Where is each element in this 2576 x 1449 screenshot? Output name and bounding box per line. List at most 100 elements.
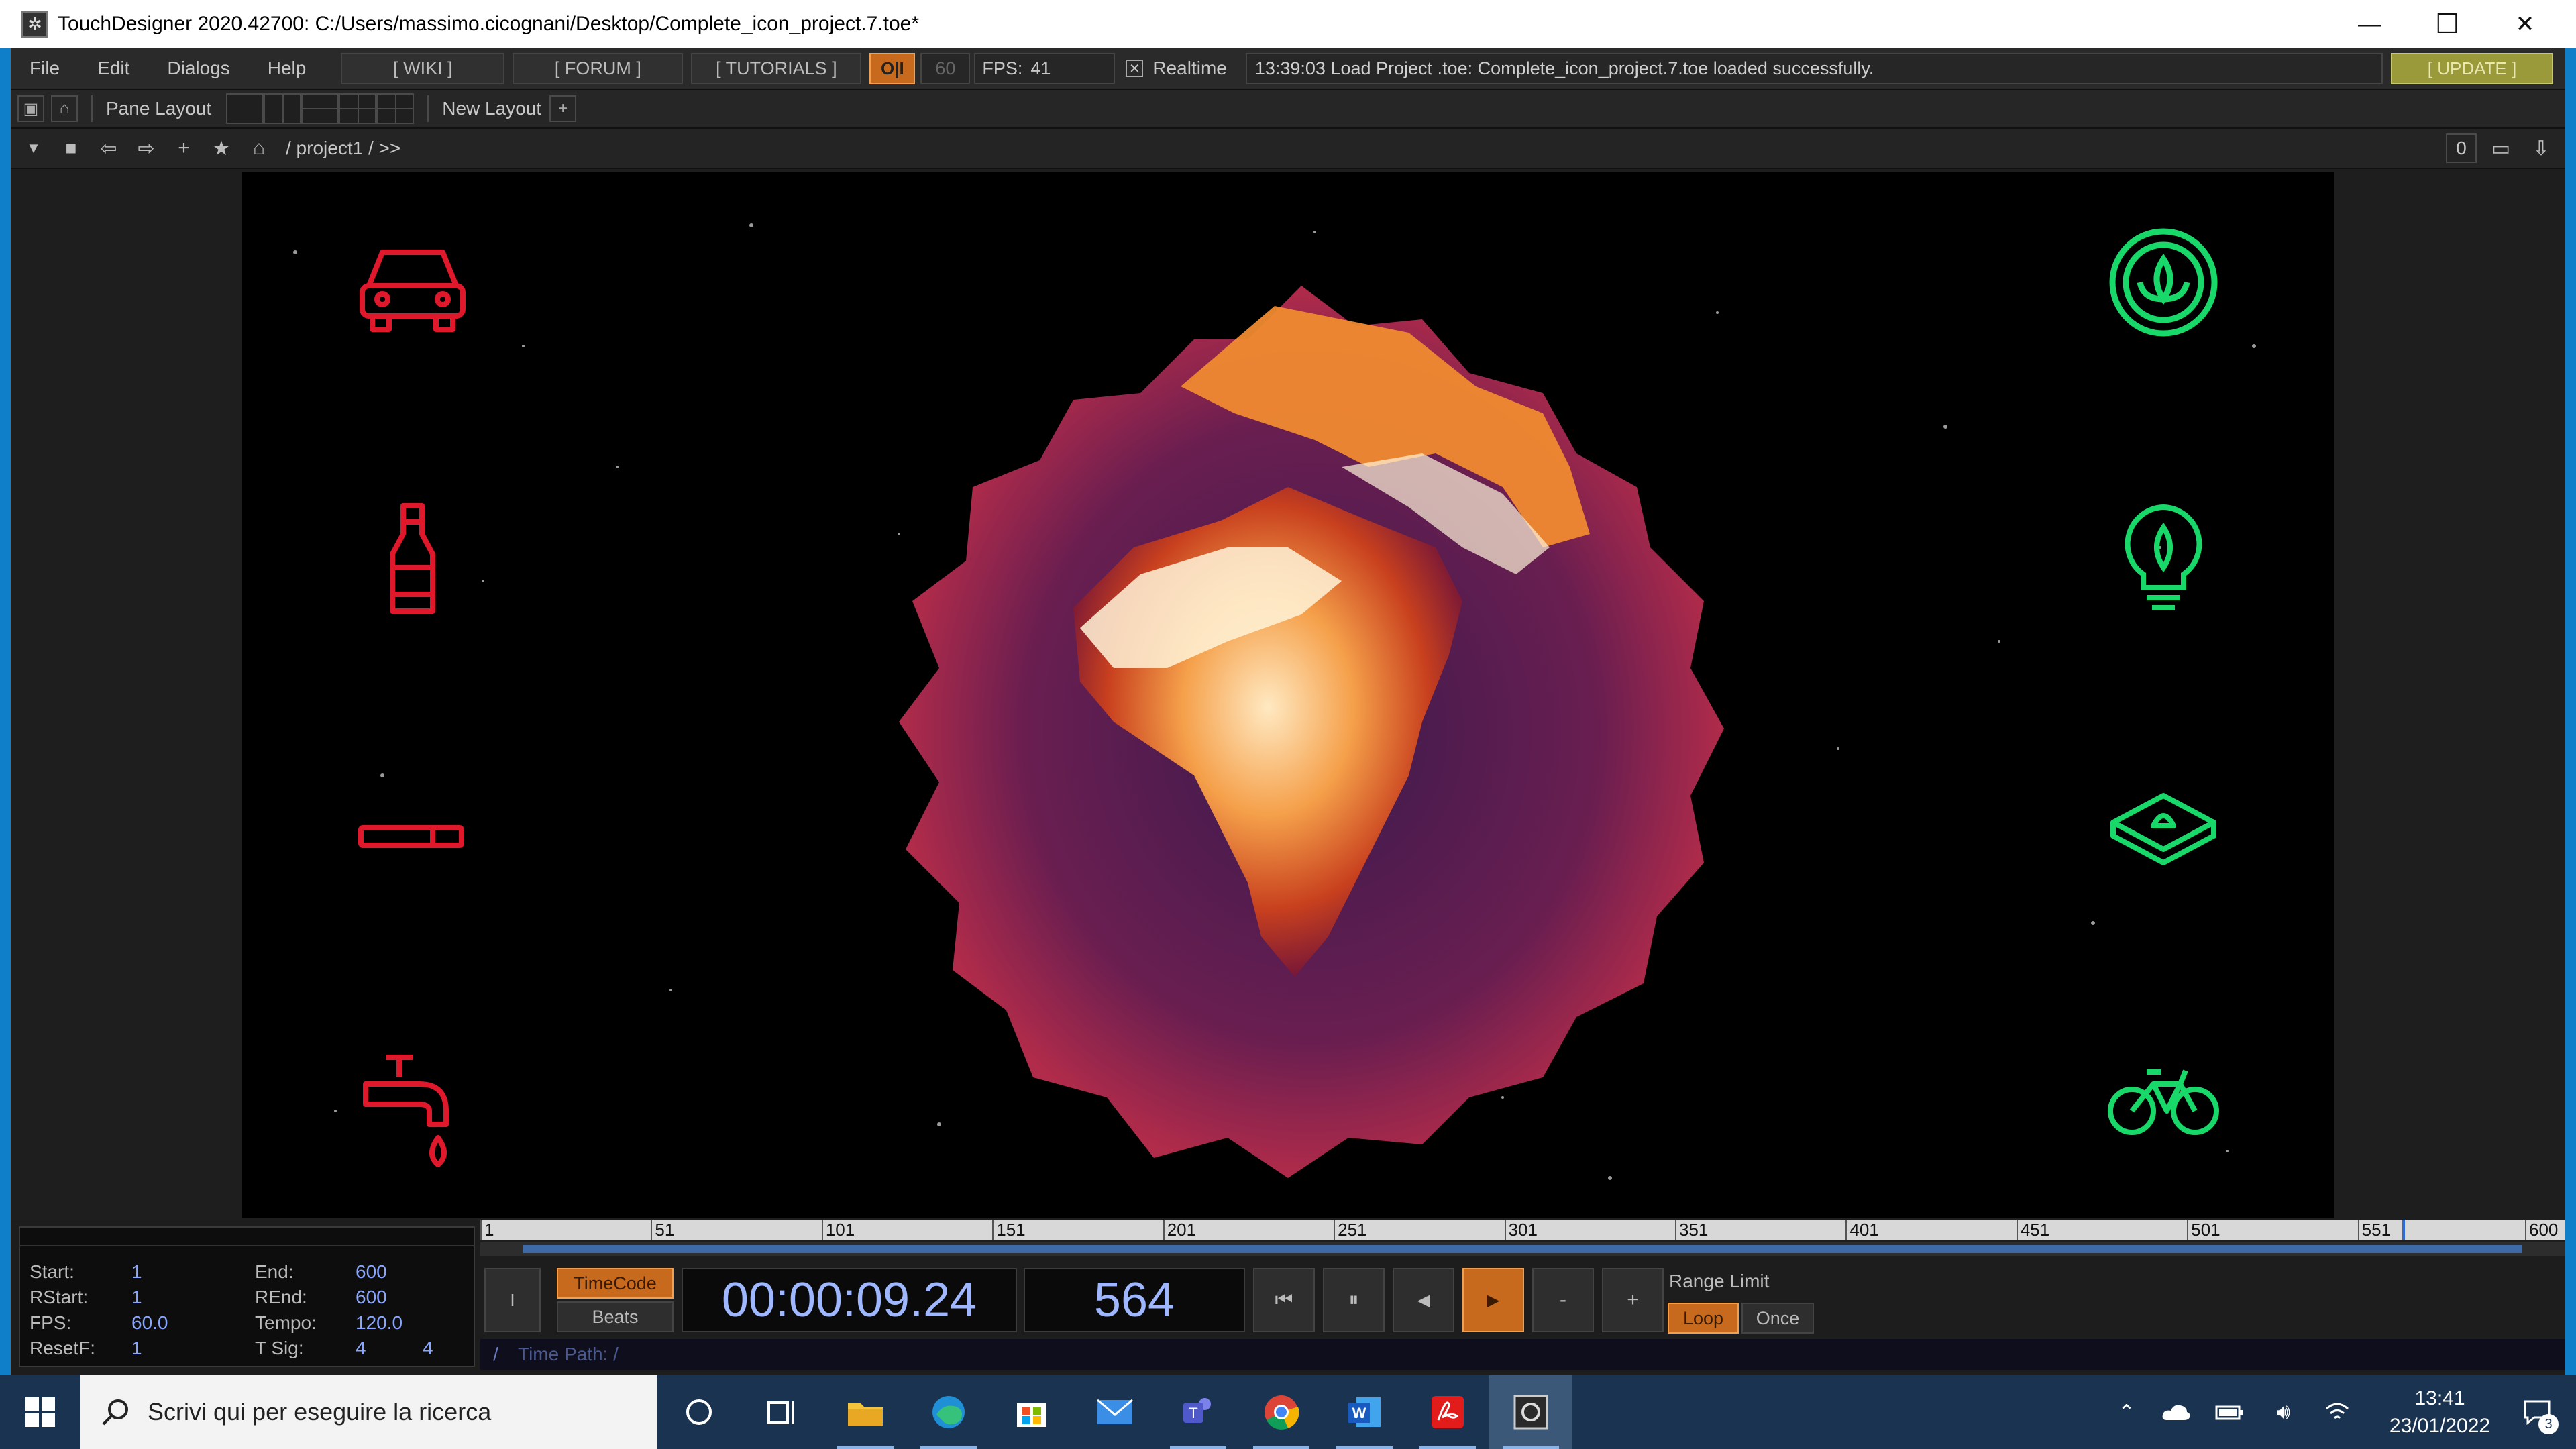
tsig-numerator[interactable]: 4 [356,1338,366,1359]
fps-target: 60 [920,53,971,84]
home-icon[interactable]: ⌂ [51,95,78,122]
tutorials-button[interactable]: [ TUTORIALS ] [691,53,862,84]
pane-layout-label: Pane Layout [106,98,212,119]
pause-icon[interactable]: ⏸ [1323,1268,1385,1332]
close-button[interactable]: ✕ [2486,0,2564,48]
faucet-icon [363,1055,449,1167]
task-view-icon[interactable] [741,1375,824,1449]
taskbar-search-box[interactable]: Scrivi qui per eseguire la ricerca [80,1375,657,1449]
step-forward-button[interactable]: + [1602,1268,1664,1332]
path-counter[interactable]: 0 [2446,133,2477,163]
ruler-tick: 451 [2016,1220,2049,1240]
start-label: Start: [30,1261,74,1282]
dropdown-arrow-icon[interactable]: ▼ [19,133,48,163]
render-viewer[interactable] [241,172,2334,1218]
scrollbar-thumb[interactable] [523,1245,2522,1253]
new-layout-label[interactable]: New Layout [442,98,541,119]
path-bar: ▼ ■ ⇦ ⇨ + ★ ⌂ / project1 / >> 0 ▭ ⇩ [11,129,2565,169]
notification-center-button[interactable]: 3 [2509,1375,2565,1449]
time-path-root[interactable]: / [480,1344,511,1365]
end-value[interactable]: 600 [356,1261,387,1283]
timecode-display[interactable]: 00:00:09.24 [682,1268,1017,1332]
microsoft-store-icon[interactable] [990,1375,1073,1449]
play-forward-icon[interactable]: ▶ [1462,1268,1524,1332]
word-icon[interactable]: W [1323,1375,1406,1449]
play-reverse-icon[interactable]: ◀ [1393,1268,1454,1332]
ruler-tick: 351 [1674,1220,1708,1240]
start-value[interactable]: 1 [131,1261,142,1283]
menu-help[interactable]: Help [249,58,325,79]
timeline-scrollbar[interactable] [480,1242,2565,1256]
frame-display[interactable]: 564 [1024,1268,1245,1332]
onedrive-icon[interactable] [2155,1375,2198,1449]
stop-icon[interactable]: ■ [56,133,86,163]
tray-expand-icon[interactable]: ⌃ [2106,1375,2147,1449]
search-icon [102,1399,128,1426]
rstart-label: RStart: [30,1287,89,1307]
maximize-button[interactable]: ☐ [2408,0,2486,48]
rstart-value[interactable]: 1 [131,1287,142,1308]
image-icon[interactable]: ▣ [17,95,44,122]
layout-split-vertical-button[interactable] [264,93,302,124]
layout-split-horizontal-button[interactable] [301,93,339,124]
divider [91,95,93,122]
fps-value[interactable]: 60.0 [131,1312,168,1334]
end-label: End: [255,1261,294,1282]
update-button[interactable]: [ UPDATE ] [2391,53,2553,84]
chrome-icon[interactable] [1240,1375,1323,1449]
edge-browser-icon[interactable] [907,1375,990,1449]
time-path-bar[interactable]: / Time Path: / [480,1339,2565,1370]
tempo-label: Tempo: [255,1312,317,1333]
timeline-options-button[interactable]: I [484,1268,541,1332]
forward-arrow-icon[interactable]: ⇨ [131,133,161,163]
rewind-to-start-icon[interactable]: ⏮ [1253,1268,1315,1332]
cortana-icon[interactable] [657,1375,741,1449]
oi-toggle-button[interactable]: O|I [869,53,916,84]
home-icon[interactable]: ⌂ [244,133,274,163]
layout-three-pane-button[interactable] [339,93,377,124]
wiki-button[interactable]: [ WIKI ] [341,53,505,84]
once-button[interactable]: Once [1741,1303,1814,1334]
tsig-denominator[interactable]: 4 [423,1338,433,1359]
back-arrow-icon[interactable]: ⇦ [94,133,123,163]
ruler-tick: 151 [992,1220,1026,1240]
menu-dialogs[interactable]: Dialogs [148,58,248,79]
add-icon[interactable]: + [169,133,199,163]
playhead[interactable] [2402,1220,2405,1240]
network-path[interactable]: / project1 / >> [286,138,400,159]
teams-icon[interactable]: T [1157,1375,1240,1449]
mail-icon[interactable] [1073,1375,1157,1449]
volume-icon[interactable]: 🔊︎ [2262,1375,2305,1449]
add-layout-button[interactable]: + [549,95,577,122]
beats-button[interactable]: Beats [557,1301,674,1332]
minimize-button[interactable]: — [2330,0,2408,48]
layout-four-pane-button[interactable] [376,93,415,124]
system-clock[interactable]: 13:41 23/01/2022 [2383,1385,2497,1440]
tempo-value[interactable]: 120.0 [356,1312,402,1334]
touchdesigner-taskbar-icon[interactable] [1489,1375,1572,1449]
timecode-button[interactable]: TimeCode [557,1268,674,1299]
star-icon[interactable]: ★ [207,133,236,163]
file-explorer-icon[interactable] [824,1375,907,1449]
layout-single-button[interactable] [226,93,264,124]
timeline-ruler[interactable]: 1 51 101 151 201 251 301 351 401 451 501 551 600 [480,1220,2565,1240]
pane-layout-bar: ▣ ⌂ Pane Layout New Layout + [11,90,2565,129]
step-back-button[interactable]: - [1532,1268,1594,1332]
ruler-tick: 401 [1845,1220,1879,1240]
start-button[interactable] [0,1375,80,1449]
forum-button[interactable]: [ FORUM ] [513,53,684,84]
acrobat-reader-icon[interactable] [1406,1375,1489,1449]
import-icon[interactable]: ⇩ [2526,133,2556,163]
resetf-value[interactable]: 1 [131,1338,142,1359]
menu-edit[interactable]: Edit [78,58,148,79]
rend-label: REnd: [255,1287,307,1307]
maximize-pane-icon[interactable]: ▭ [2486,133,2516,163]
realtime-checkbox[interactable]: ✕ [1126,60,1144,77]
battery-icon[interactable] [2208,1375,2251,1449]
rend-value[interactable]: 600 [356,1287,387,1308]
menu-file[interactable]: File [11,58,78,79]
fps-label: FPS: [30,1312,72,1333]
wifi-icon[interactable] [2316,1375,2359,1449]
loop-button[interactable]: Loop [1668,1303,1739,1334]
notification-count-badge: 3 [2538,1414,2559,1434]
